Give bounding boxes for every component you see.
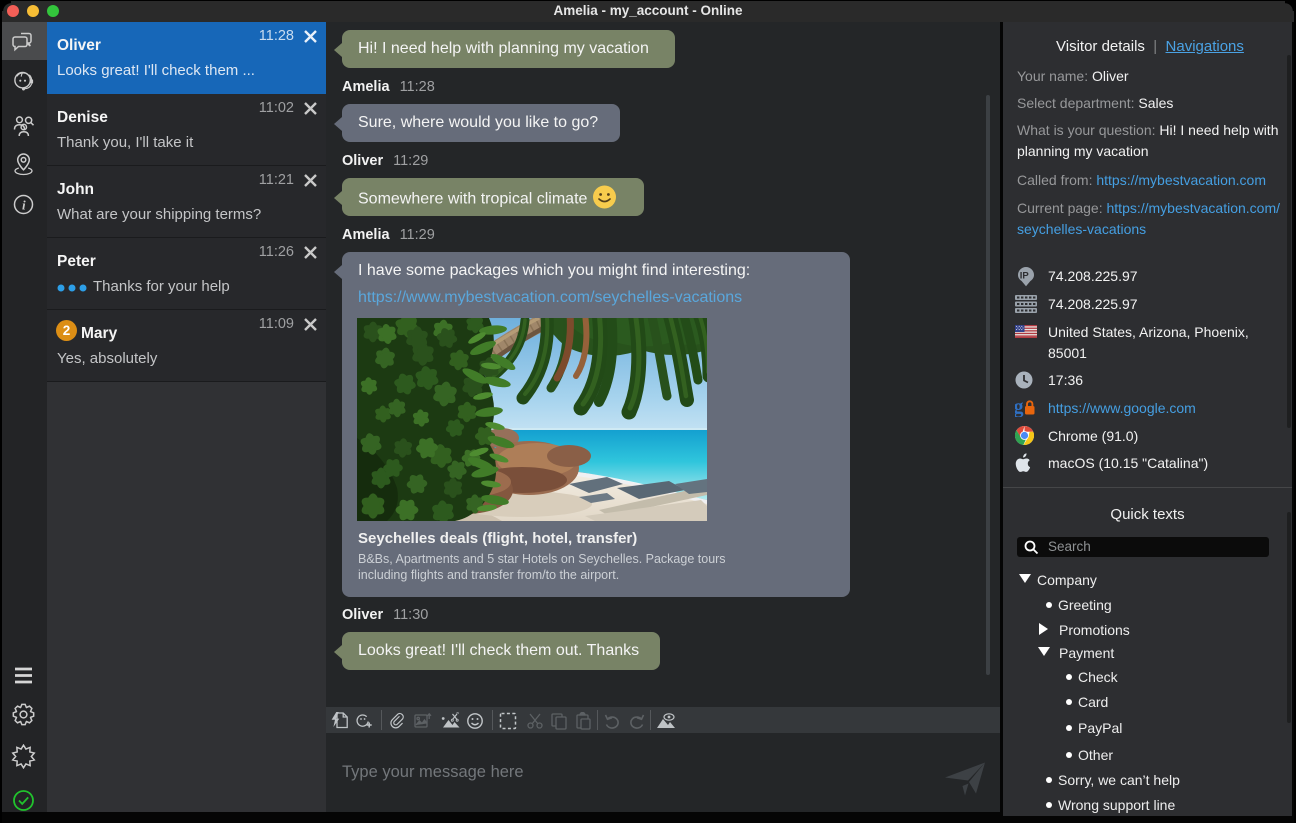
svg-text:i: i [22,198,26,213]
svg-text:g: g [1015,396,1024,417]
svg-text:IP: IP [1020,271,1030,282]
